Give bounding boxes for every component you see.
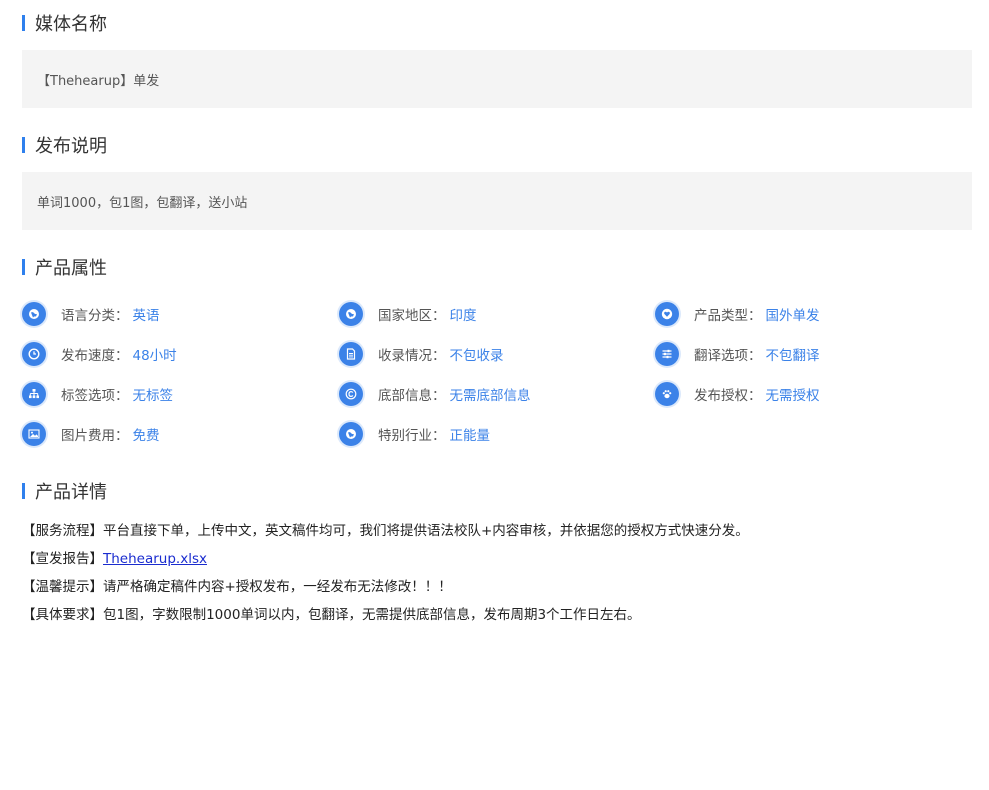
attr-product-type: 产品类型： 国外单发 <box>655 301 820 327</box>
detail-report-label: 【宣发报告】 <box>22 551 103 567</box>
attr-translation-label: 翻译选项： <box>694 348 762 364</box>
attr-tags-value: 无标签 <box>132 388 174 404</box>
attr-product-type-label: 产品类型： <box>694 308 762 324</box>
section-title-publish-text: 发布说明 <box>35 136 107 157</box>
detail-service-process-label: 【服务流程】 <box>22 523 103 539</box>
attr-tags-label: 标签选项： <box>61 388 129 404</box>
section-title-details: 产品详情 <box>22 479 107 503</box>
attr-translation: 翻译选项： 不包翻译 <box>655 341 820 367</box>
attr-region-label: 国家地区： <box>378 308 446 324</box>
detail-requirement-label: 【具体要求】 <box>22 607 103 623</box>
attr-translation-value: 不包翻译 <box>765 348 820 364</box>
attr-image-fee-value: 免费 <box>132 428 160 444</box>
detail-requirement-text: 包1图，字数限制1000单词以内，包翻译，无需提供底部信息，发布周期3个工作日左… <box>103 607 641 623</box>
detail-report: 【宣发报告】Thehearup.xlsx <box>22 549 207 569</box>
media-name-box: 【Thehearup】单发 <box>22 50 972 108</box>
attr-image-fee: 图片费用： 免费 <box>22 421 160 447</box>
document-icon <box>339 342 363 366</box>
title-accent-bar <box>22 15 25 31</box>
attr-language-label: 语言分类： <box>61 308 129 324</box>
attr-product-type-value: 国外单发 <box>765 308 820 324</box>
detail-service-process-text: 平台直接下单，上传中文，英文稿件均可，我们将提供语法校队+内容审核，并依据您的授… <box>103 523 749 539</box>
image-icon <box>22 422 46 446</box>
clock-icon <box>22 342 46 366</box>
detail-service-process: 【服务流程】平台直接下单，上传中文，英文稿件均可，我们将提供语法校队+内容审核，… <box>22 521 749 541</box>
detail-tip-text: 请严格确定稿件内容+授权发布，一经发布无法修改！！！ <box>103 579 452 595</box>
title-accent-bar <box>22 259 25 275</box>
section-title-attributes: 产品属性 <box>22 255 107 279</box>
attr-industry: 特别行业： 正能量 <box>339 421 490 447</box>
globe-icon <box>22 302 46 326</box>
attr-footer-info-label: 底部信息： <box>378 388 446 404</box>
attr-language-value: 英语 <box>132 308 160 324</box>
attr-speed: 发布速度： 48小时 <box>22 341 177 367</box>
attr-speed-label: 发布速度： <box>61 348 129 364</box>
attr-footer-info: 底部信息： 无需底部信息 <box>339 381 531 407</box>
attr-authorization-value: 无需授权 <box>765 388 820 404</box>
report-download-link[interactable]: Thehearup.xlsx <box>103 551 207 567</box>
section-title-attributes-text: 产品属性 <box>35 258 107 279</box>
title-accent-bar <box>22 483 25 499</box>
detail-tip-label: 【温馨提示】 <box>22 579 103 595</box>
attr-industry-label: 特别行业： <box>378 428 446 444</box>
attr-authorization: 发布授权： 无需授权 <box>655 381 820 407</box>
attr-language: 语言分类： 英语 <box>22 301 160 327</box>
globe-icon <box>339 422 363 446</box>
detail-requirement: 【具体要求】包1图，字数限制1000单词以内，包翻译，无需提供底部信息，发布周期… <box>22 605 641 625</box>
attr-image-fee-label: 图片费用： <box>61 428 129 444</box>
title-accent-bar <box>22 137 25 153</box>
attr-authorization-label: 发布授权： <box>694 388 762 404</box>
attr-indexing-value: 不包收录 <box>449 348 504 364</box>
paw-icon <box>655 382 679 406</box>
attr-region-value: 印度 <box>449 308 477 324</box>
attr-indexing-label: 收录情况： <box>378 348 446 364</box>
copyright-icon <box>339 382 363 406</box>
section-title-publish: 发布说明 <box>22 133 107 157</box>
publish-note-box: 单词1000，包1图，包翻译，送小站 <box>22 172 972 230</box>
sliders-icon <box>655 342 679 366</box>
heart-icon <box>655 302 679 326</box>
attr-footer-info-value: 无需底部信息 <box>449 388 531 404</box>
globe-icon <box>339 302 363 326</box>
attr-region: 国家地区： 印度 <box>339 301 477 327</box>
section-title-details-text: 产品详情 <box>35 482 107 503</box>
section-title-media-text: 媒体名称 <box>35 14 107 35</box>
attr-indexing: 收录情况： 不包收录 <box>339 341 504 367</box>
detail-tip: 【温馨提示】请严格确定稿件内容+授权发布，一经发布无法修改！！！ <box>22 577 452 597</box>
section-title-media: 媒体名称 <box>22 11 107 35</box>
attr-speed-value: 48小时 <box>132 348 177 364</box>
attr-tags: 标签选项： 无标签 <box>22 381 173 407</box>
attr-industry-value: 正能量 <box>449 428 491 444</box>
sitemap-icon <box>22 382 46 406</box>
